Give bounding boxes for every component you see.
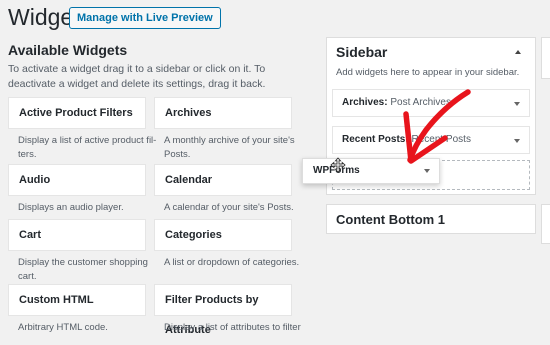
manage-live-preview-button[interactable]: Manage with Live Preview <box>69 7 221 29</box>
widget-categories[interactable]: Categories <box>154 219 292 251</box>
widget-calendar[interactable]: Calendar <box>154 164 292 196</box>
dragging-widget-wpforms[interactable]: WPForms <box>302 158 440 184</box>
secondary-widget-area-edge <box>541 37 550 79</box>
widget-custom-html[interactable]: Custom HTML <box>8 284 146 316</box>
content-bottom-title: Content Bottom 1 <box>336 212 446 227</box>
widget-description: Display a list of attributes to filter <box>164 322 301 333</box>
widget-title: Archives: <box>342 97 388 108</box>
widget-description: Display the customer shopping cart. <box>18 257 148 282</box>
widget-description: Arbitrary HTML code. <box>18 322 108 333</box>
caret-down-icon[interactable] <box>514 102 520 106</box>
widget-description: A monthly archive of your site's Posts. <box>164 135 295 160</box>
widget-description: A calendar of your site's Posts. <box>164 202 294 213</box>
caret-down-icon[interactable] <box>514 139 520 143</box>
available-widgets-description: To activate a widget drag it to a sideba… <box>8 63 266 90</box>
widget-subtitle: Post Archives <box>390 97 451 108</box>
widget-description: Display a list of active product fil-ter… <box>18 135 157 160</box>
move-icon[interactable] <box>330 157 346 173</box>
widget-description: Displays an audio player. <box>18 202 124 213</box>
widget-description: A list or dropdown of categories. <box>164 257 300 268</box>
caret-down-icon[interactable] <box>424 169 430 173</box>
widget-audio[interactable]: Audio <box>8 164 146 196</box>
widget-title: Recent Posts: <box>342 134 409 145</box>
widget-archives[interactable]: Archives <box>154 97 292 129</box>
sidebar-title[interactable]: Sidebar <box>336 44 387 60</box>
widget-active-product-filters[interactable]: Active Product Filters <box>8 97 146 129</box>
sidebar-description: Add widgets here to appear in your sideb… <box>336 67 520 78</box>
widget-subtitle: Recent Posts <box>411 134 471 145</box>
sidebar-widget-archives[interactable]: Archives: Post Archives <box>332 89 530 117</box>
sidebar-widget-recent-posts[interactable]: Recent Posts: Recent Posts <box>332 126 530 154</box>
widget-filter-products-by-attribute[interactable]: Filter Products by Attribute <box>154 284 292 336</box>
available-widgets-title: Available Widgets <box>8 42 128 58</box>
widget-cart[interactable]: Cart <box>8 219 146 251</box>
caret-up-icon[interactable] <box>515 50 521 54</box>
secondary-widget-area-edge <box>541 204 550 244</box>
content-bottom-widget-area[interactable]: Content Bottom 1 <box>326 204 536 234</box>
